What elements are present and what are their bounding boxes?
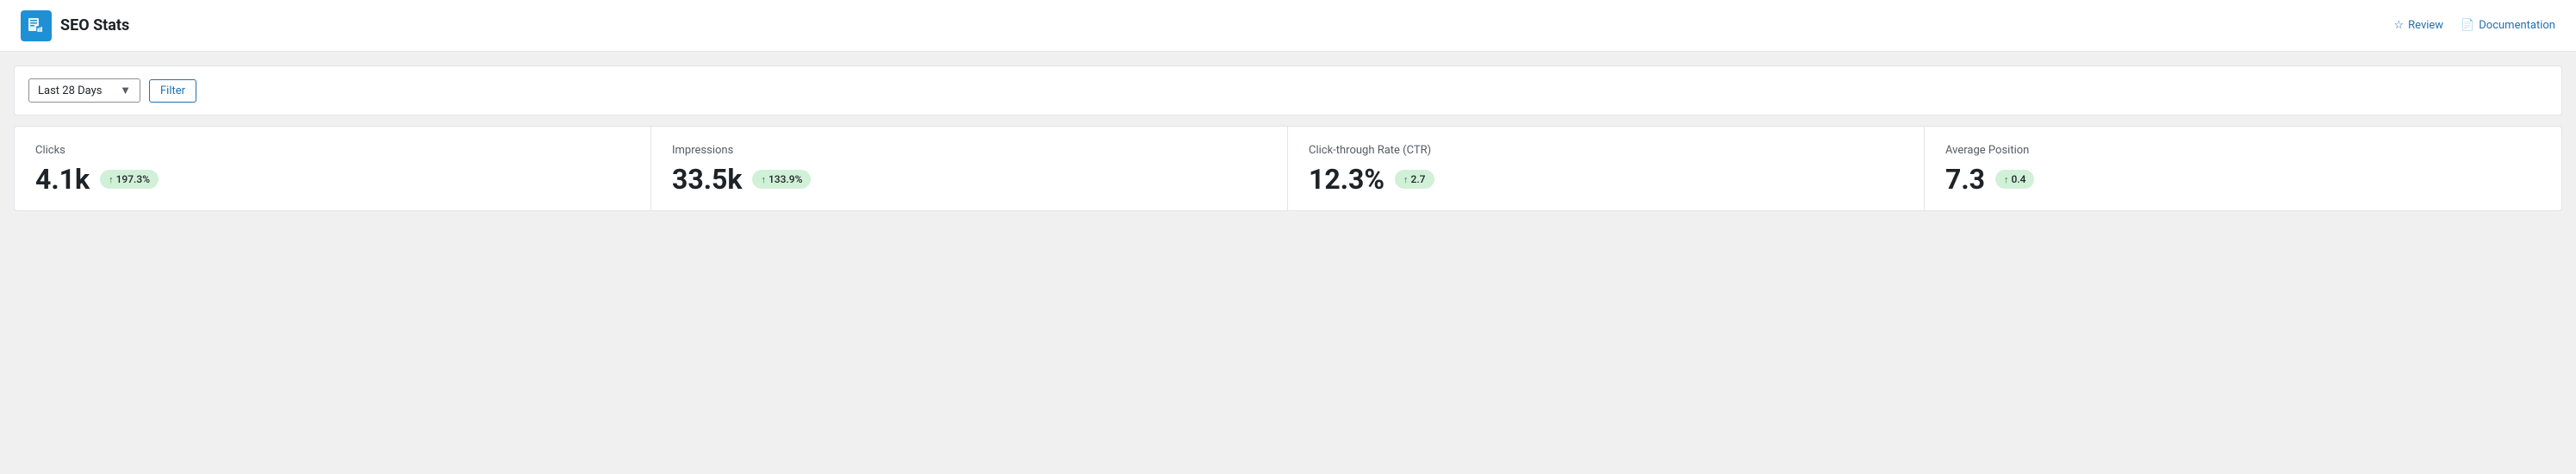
avg-position-badge-value: 0.4	[2012, 173, 2026, 185]
document-icon: 📄	[2461, 19, 2474, 32]
ctr-badge: ↑ 2.7	[1395, 170, 1434, 189]
chevron-down-icon: ▼	[120, 84, 131, 97]
review-link[interactable]: ☆ Review	[2393, 19, 2443, 32]
filter-button[interactable]: Filter	[149, 79, 196, 103]
impressions-label: Impressions	[672, 144, 1266, 157]
stat-card-clicks: Clicks 4.1k ↑ 197.3%	[15, 127, 651, 210]
app-logo	[21, 10, 52, 41]
ctr-arrow-up-icon: ↑	[1403, 174, 1409, 185]
stats-grid: Clicks 4.1k ↑ 197.3% Impressions 33.5k ↑…	[14, 126, 2562, 211]
app-title: SEO Stats	[60, 16, 129, 34]
date-range-value: Last 28 Days	[38, 84, 102, 97]
header: SEO Stats ☆ Review 📄 Documentation	[0, 0, 2576, 52]
ctr-label: Click-through Rate (CTR)	[1309, 144, 1903, 157]
avg-position-value: 7.3	[1945, 165, 1985, 193]
clicks-value: 4.1k	[35, 165, 90, 193]
header-right: ☆ Review 📄 Documentation	[2393, 19, 2555, 32]
ctr-value: 12.3%	[1309, 165, 1384, 193]
avg-position-value-row: 7.3 ↑ 0.4	[1945, 165, 2541, 193]
filter-bar: Last 28 Days ▼ Filter	[14, 65, 2562, 115]
clicks-arrow-up-icon: ↑	[109, 174, 114, 185]
ctr-badge-value: 2.7	[1411, 173, 1426, 185]
impressions-value: 33.5k	[672, 165, 742, 193]
ctr-value-row: 12.3% ↑ 2.7	[1309, 165, 1903, 193]
header-left: SEO Stats	[21, 10, 129, 41]
clicks-badge: ↑ 197.3%	[100, 170, 159, 189]
impressions-badge-value: 133.9%	[768, 173, 802, 185]
page-wrapper: SEO Stats ☆ Review 📄 Documentation Last …	[0, 0, 2576, 211]
date-range-dropdown[interactable]: Last 28 Days ▼	[28, 78, 140, 103]
documentation-link[interactable]: 📄 Documentation	[2461, 19, 2555, 32]
avg-position-label: Average Position	[1945, 144, 2541, 157]
clicks-value-row: 4.1k ↑ 197.3%	[35, 165, 630, 193]
avg-position-arrow-up-icon: ↑	[2004, 174, 2009, 185]
stat-card-avg-position: Average Position 7.3 ↑ 0.4	[1925, 127, 2561, 210]
clicks-label: Clicks	[35, 144, 630, 157]
impressions-arrow-up-icon: ↑	[761, 174, 766, 185]
avg-position-badge: ↑ 0.4	[1995, 170, 2034, 189]
stat-card-impressions: Impressions 33.5k ↑ 133.9%	[651, 127, 1288, 210]
impressions-value-row: 33.5k ↑ 133.9%	[672, 165, 1266, 193]
impressions-badge: ↑ 133.9%	[752, 170, 811, 189]
stat-card-ctr: Click-through Rate (CTR) 12.3% ↑ 2.7	[1288, 127, 1925, 210]
star-icon: ☆	[2393, 19, 2404, 32]
clicks-badge-value: 197.3%	[116, 173, 150, 185]
